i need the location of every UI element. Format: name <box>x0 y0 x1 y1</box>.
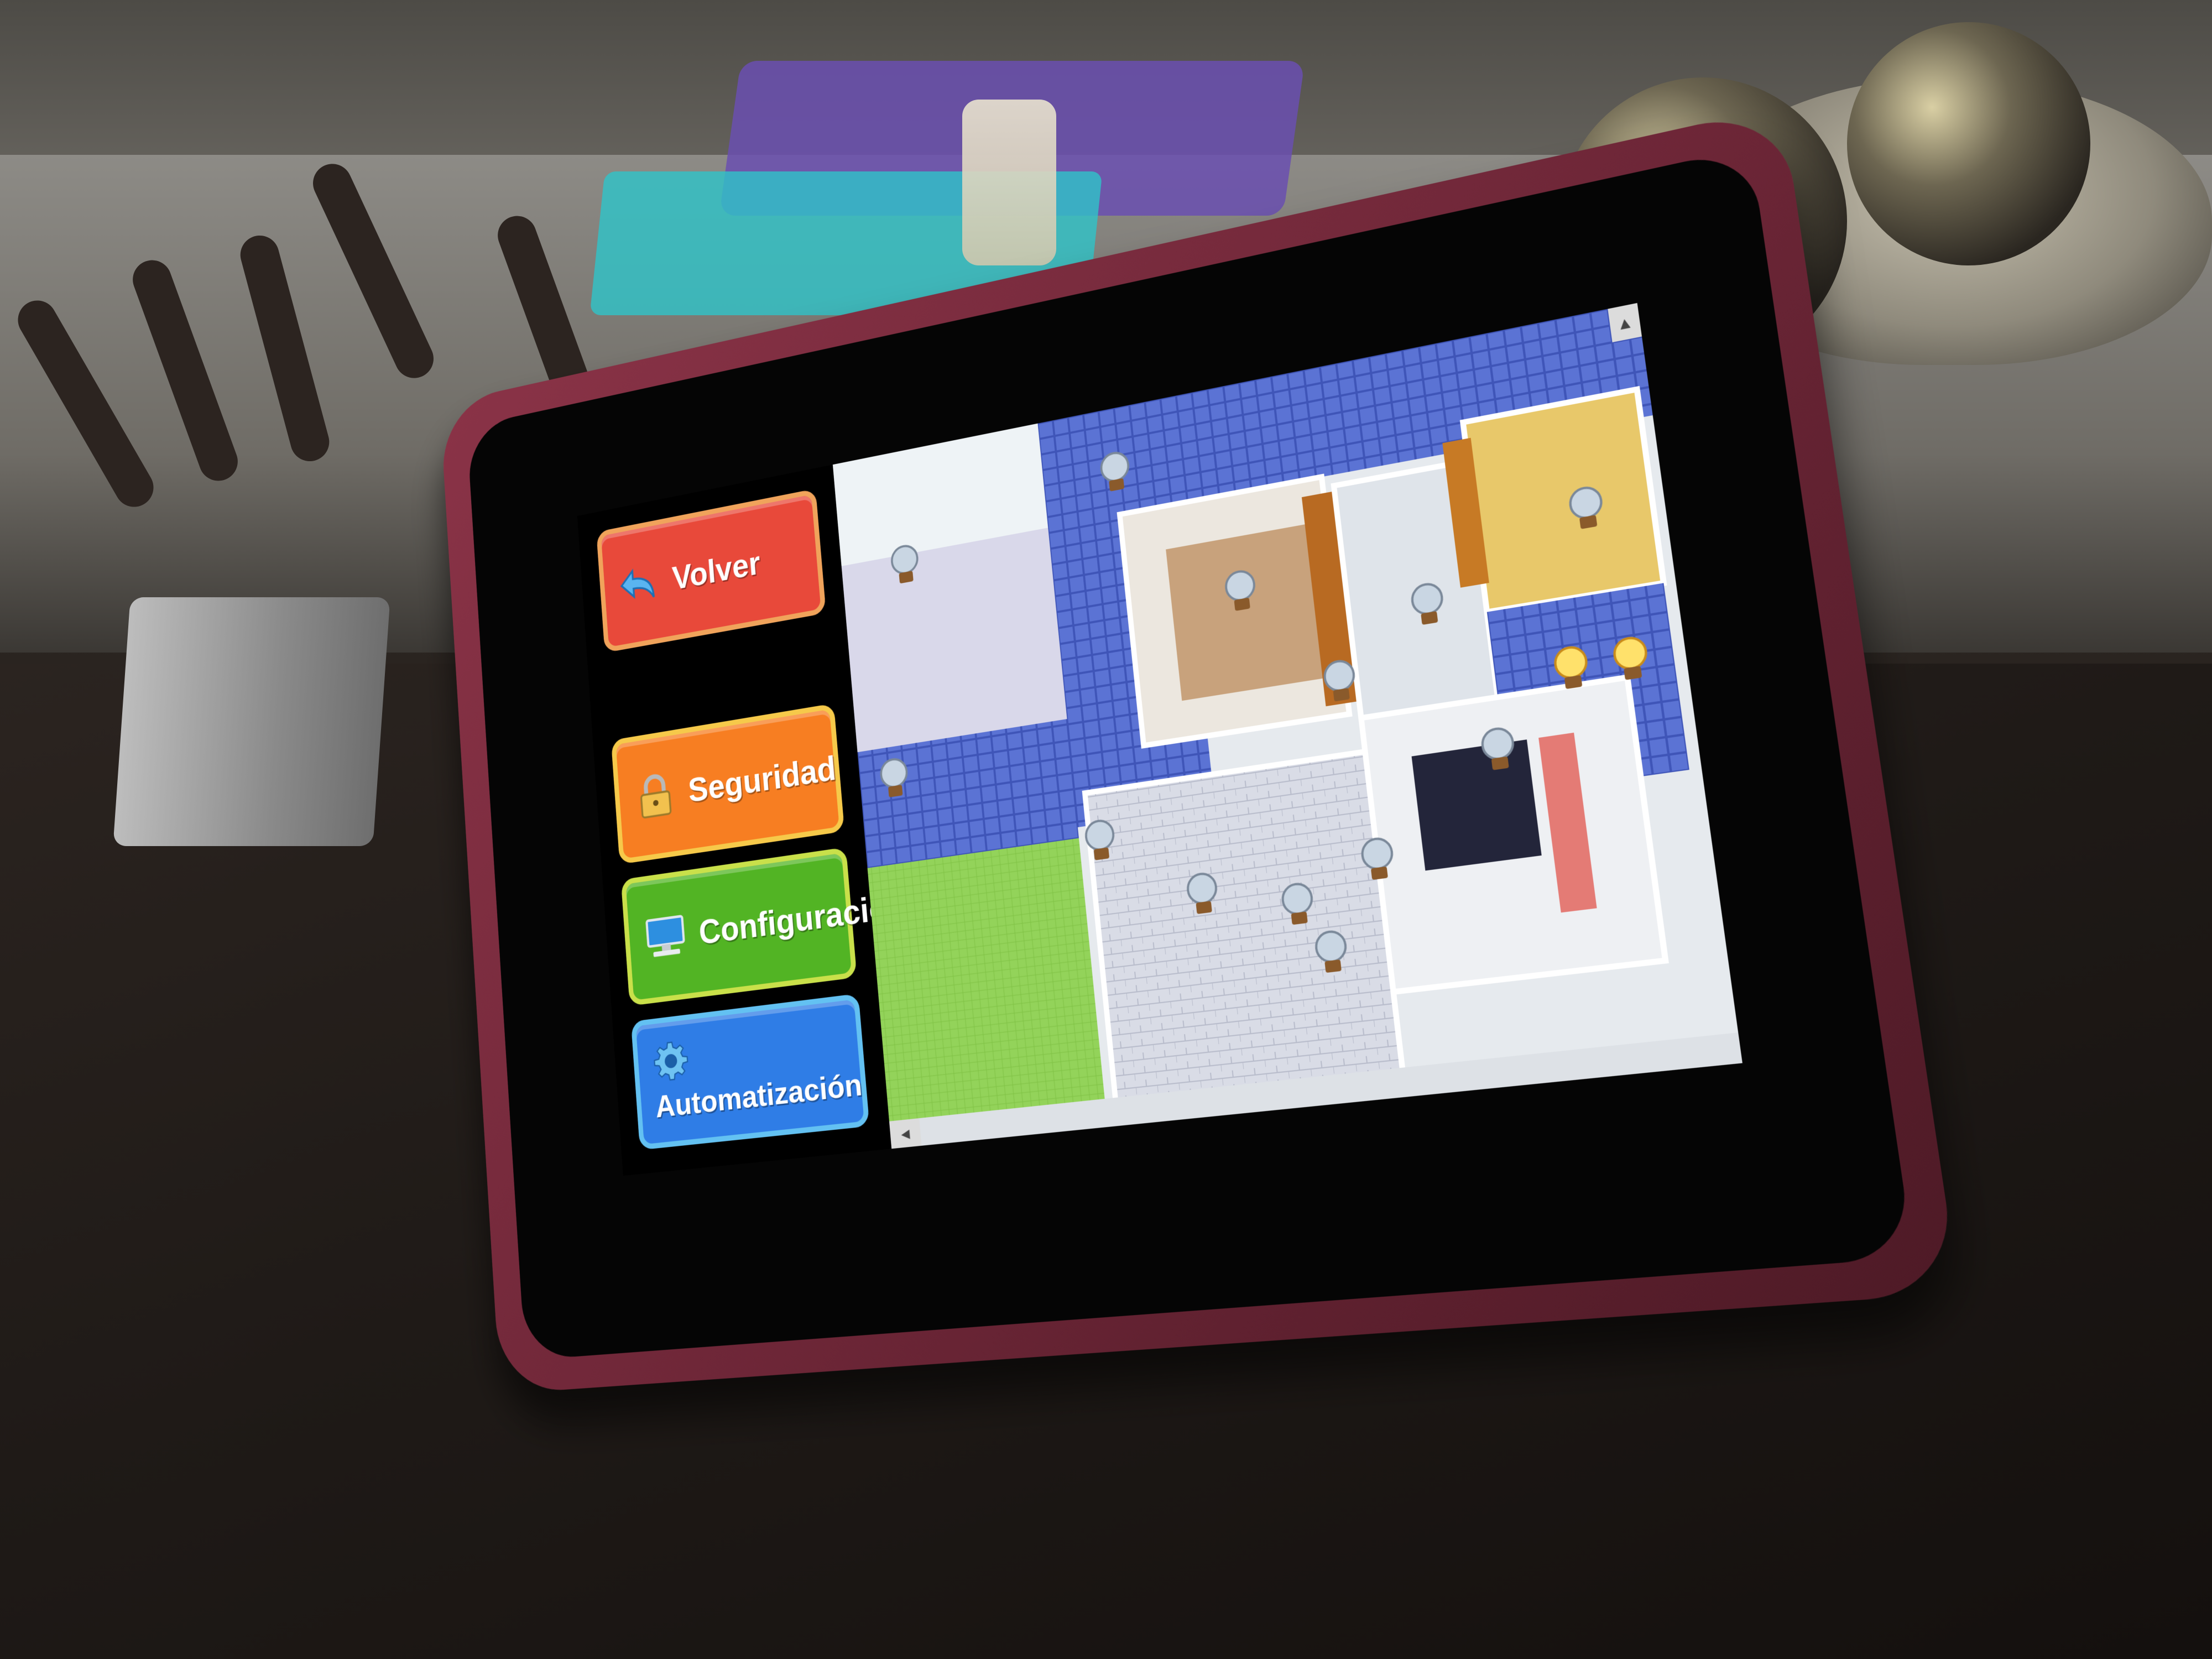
settings-button[interactable]: Configuración <box>620 847 909 1006</box>
garden-area <box>867 838 1108 1149</box>
scroll-left-arrow[interactable]: ◂ <box>889 1118 922 1149</box>
kitchen <box>1085 752 1403 1103</box>
bedroom <box>1463 389 1664 612</box>
back-arrow-icon <box>617 557 663 613</box>
padlock-icon <box>632 768 679 824</box>
automation-button[interactable]: Automatización <box>630 993 870 1150</box>
background-soap-bottle <box>962 100 1056 265</box>
security-button-label: Seguridad <box>687 749 838 810</box>
gear-icon <box>651 1038 691 1084</box>
background-decorative-orb <box>1847 22 2090 265</box>
computer-icon <box>642 909 690 957</box>
background-knife-block <box>113 597 390 846</box>
scroll-up-arrow[interactable]: ▴ <box>1608 302 1642 343</box>
back-button-label: Volver <box>671 544 762 597</box>
back-button[interactable]: Volver <box>596 488 826 653</box>
security-button[interactable]: Seguridad <box>611 703 845 865</box>
